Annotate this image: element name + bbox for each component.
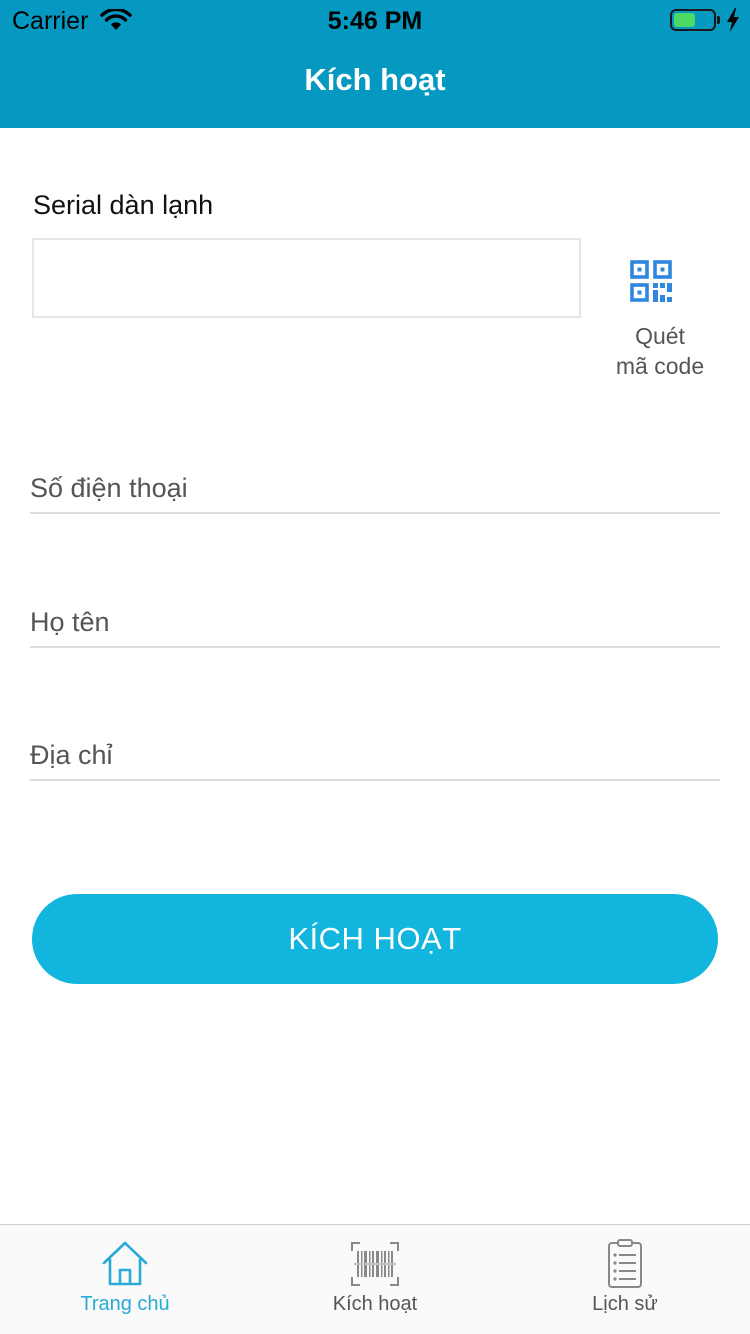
address-field <box>30 715 720 781</box>
tab-activate-label: Kích hoạt <box>332 1293 418 1315</box>
tab-home-label: Trang chủ <box>80 1293 170 1315</box>
phone-input[interactable] <box>30 448 720 512</box>
header: Carrier 5:46 PM Kích hoạt <box>0 0 750 128</box>
page-title: Kích hoạt <box>304 62 446 97</box>
name-input[interactable] <box>30 582 720 646</box>
tab-history-label: Lịch sử <box>592 1293 658 1315</box>
activation-screen: Carrier 5:46 PM Kích hoạt Serial dàn lạn… <box>0 0 750 1334</box>
battery-icon <box>670 9 720 31</box>
home-icon <box>102 1241 148 1286</box>
clock: 5:46 PM <box>327 7 423 35</box>
tab-history[interactable]: Lịch sử <box>500 1225 750 1334</box>
phone-field <box>30 448 720 514</box>
scan-label-line1: Quét <box>635 323 685 349</box>
tab-activate[interactable]: Kích hoạt <box>250 1225 500 1334</box>
history-list-icon <box>608 1239 642 1288</box>
barcode-icon <box>351 1242 399 1286</box>
scan-qr-button[interactable]: Quét mã code <box>600 255 720 385</box>
name-field <box>30 582 720 648</box>
scan-label-line2: mã code <box>615 353 705 379</box>
serial-label: Serial dàn lạnh <box>33 190 214 220</box>
charging-icon <box>727 8 739 32</box>
address-input[interactable] <box>30 715 720 779</box>
qr-code-icon <box>630 260 672 302</box>
tab-home[interactable]: Trang chủ <box>0 1225 250 1334</box>
tab-bar: Trang chủ Kích hoạt Lịch sử <box>0 1224 750 1334</box>
status-bar: Carrier 5:46 PM <box>0 0 750 40</box>
activate-button[interactable]: KÍCH HOẠT <box>32 894 718 984</box>
serial-input[interactable] <box>32 238 581 318</box>
scan-label: Quét mã code <box>600 321 720 381</box>
